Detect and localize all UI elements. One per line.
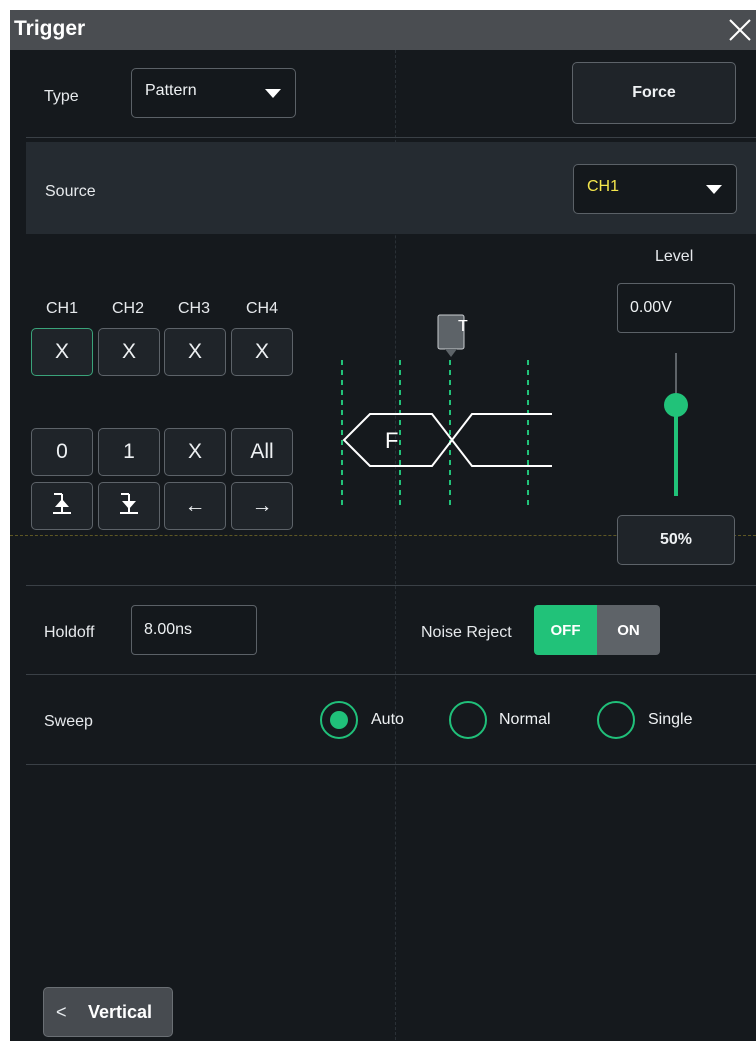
channel-header-ch4: CH4 xyxy=(245,300,278,317)
noise-reject-off[interactable]: OFF xyxy=(534,605,597,655)
channel-pattern-ch3[interactable]: X xyxy=(164,328,226,376)
sweep-normal-label[interactable]: Normal xyxy=(499,711,551,729)
trigger-panel: Trigger Type Pattern Force Source CH1 CH… xyxy=(10,10,756,1041)
title-bar: Trigger xyxy=(10,10,756,50)
force-button[interactable]: Force xyxy=(572,62,736,124)
dropdown-arrow-icon xyxy=(265,89,281,98)
key-0-button[interactable]: 0 xyxy=(31,428,93,476)
rising-edge-button[interactable] xyxy=(31,482,93,530)
dropdown-arrow-icon xyxy=(706,185,722,194)
left-arrow-icon: ← xyxy=(184,494,206,517)
source-dropdown[interactable]: CH1 xyxy=(573,164,737,214)
level-slider-fill xyxy=(674,404,678,496)
falling-edge-icon xyxy=(117,490,141,522)
channel-header-ch2: CH2 xyxy=(111,300,144,317)
source-label: Source xyxy=(45,183,96,200)
level-value: 0.00V xyxy=(630,299,672,316)
sweep-single-radio[interactable] xyxy=(597,701,635,739)
channel-pattern-ch4[interactable]: X xyxy=(231,328,293,376)
window-title: Trigger xyxy=(14,17,86,40)
sweep-single-label[interactable]: Single xyxy=(648,711,692,729)
sweep-label: Sweep xyxy=(44,713,93,730)
close-icon[interactable] xyxy=(724,14,754,44)
channel-pattern-ch2[interactable]: X xyxy=(98,328,160,376)
channel-header-ch1: CH1 xyxy=(45,300,78,317)
sweep-normal-radio[interactable] xyxy=(449,701,487,739)
noise-reject-label: Noise Reject xyxy=(421,624,512,641)
channel-header-ch3: CH3 xyxy=(177,300,210,317)
level-percent-button[interactable]: 50% xyxy=(617,515,735,565)
level-label: Level xyxy=(655,248,694,265)
type-label: Type xyxy=(44,88,79,105)
holdoff-input[interactable]: 8.00ns xyxy=(131,605,257,655)
holdoff-value: 8.00ns xyxy=(144,621,193,638)
back-to-vertical-button[interactable]: < Vertical xyxy=(43,987,173,1037)
level-input[interactable]: 0.00V xyxy=(617,283,735,333)
left-arrow-button[interactable]: ← xyxy=(164,482,226,530)
falling-edge-button[interactable] xyxy=(98,482,160,530)
divider xyxy=(26,585,756,586)
back-button-label: Vertical xyxy=(88,1002,153,1022)
divider xyxy=(26,764,756,765)
channel-pattern-ch1[interactable]: X xyxy=(31,328,93,376)
source-value: CH1 xyxy=(587,178,620,195)
type-dropdown[interactable]: Pattern xyxy=(131,68,296,118)
sweep-auto-label[interactable]: Auto xyxy=(371,711,404,729)
type-value: Pattern xyxy=(145,82,197,99)
divider xyxy=(26,137,756,138)
noise-reject-on[interactable]: ON xyxy=(597,605,660,655)
sweep-auto-radio[interactable] xyxy=(320,701,358,739)
key-all-button[interactable]: All xyxy=(231,428,293,476)
divider xyxy=(26,674,756,675)
pattern-diagram xyxy=(341,314,552,506)
rising-edge-icon xyxy=(50,490,74,522)
pattern-letter: F xyxy=(385,428,399,453)
trigger-marker: T xyxy=(458,318,468,335)
level-slider-thumb[interactable] xyxy=(664,392,688,417)
key-x-button[interactable]: X xyxy=(164,428,226,476)
key-1-button[interactable]: 1 xyxy=(98,428,160,476)
chevron-left-icon: < xyxy=(56,1002,67,1022)
radio-selected-dot xyxy=(330,711,348,729)
noise-reject-toggle[interactable]: OFF ON xyxy=(534,605,660,655)
holdoff-label: Holdoff xyxy=(44,624,95,641)
right-arrow-button[interactable]: → xyxy=(231,482,293,530)
right-arrow-icon: → xyxy=(251,494,273,517)
